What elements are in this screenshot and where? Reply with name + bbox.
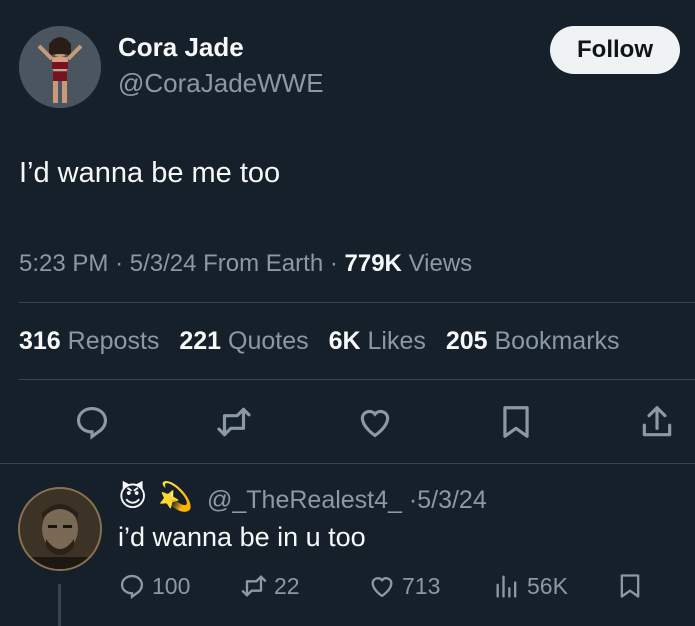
reply-repost-button[interactable]: 22 [240,572,300,600]
likes-stat[interactable]: 6K Likes [329,327,426,355]
share-icon [642,406,672,437]
reply-like-button[interactable]: 713 [368,572,440,600]
reply-header: @_TheRealest4_ ·5/3/24 [207,486,487,515]
repost-icon [241,575,267,597]
reply-reply-button[interactable]: 100 [118,572,190,600]
thread-line [58,584,61,626]
reply-icon [120,574,144,600]
reply-views-button[interactable]: 56K [493,572,568,600]
follow-button[interactable]: Follow [550,26,680,74]
author-name[interactable]: Cora Jade [118,32,244,63]
like-icon [360,409,390,438]
reposts-stat[interactable]: 316 Reposts [19,327,159,355]
reply-text: i’d wanna be in u too [118,522,366,552]
reply-handle[interactable]: @_TheRealest4_ [207,486,402,514]
tweet-meta: 5:23 PM · 5/3/24 From Earth · 779K Views [19,250,472,278]
repost-button[interactable] [214,402,254,442]
views-count: 56K [527,572,568,599]
tweet-time[interactable]: 5:23 PM [19,250,108,277]
share-button[interactable] [637,402,677,442]
like-button[interactable] [355,402,395,442]
author-avatar[interactable] [19,26,101,108]
views-label: Views [408,250,473,277]
reply-avatar[interactable] [18,487,102,571]
meta-dot: · [115,250,130,277]
author-handle[interactable]: @CoraJadeWWE [118,68,324,99]
like-icon [371,577,393,598]
divider [19,379,695,380]
repost-count: 22 [274,572,300,599]
dizzy-emoji: 💫 [158,481,193,512]
bookmark-button[interactable] [496,402,536,442]
views-count: 779K [344,250,402,277]
reply-separator: · [408,486,418,514]
divider [0,463,695,464]
engagement-stats: 316 Reposts 221 Quotes 6K Likes 205 Book… [19,327,633,356]
bookmarks-stat[interactable]: 205 Bookmarks [446,327,620,355]
reply-icon [76,406,108,440]
reply-button[interactable] [72,402,112,442]
profile-photo [19,26,101,108]
meta-dot: · [329,250,345,277]
profile-photo [20,489,100,569]
tweet-source: From Earth [203,250,324,277]
tweet-text: I’d wanna be me too [19,157,281,189]
tweet-date[interactable]: 5/3/24 [130,250,197,277]
repost-icon [217,407,251,437]
reply-count: 100 [152,572,191,599]
reply-bookmark-button[interactable] [616,572,644,600]
like-count: 713 [402,572,441,599]
devil-emoji: 😈 [118,481,148,512]
bookmark-icon [620,574,640,598]
quotes-stat[interactable]: 221 Quotes [179,327,308,355]
reply-date[interactable]: 5/3/24 [417,486,487,514]
bookmark-icon [503,406,529,438]
divider [19,302,695,303]
views-icon [496,575,517,598]
